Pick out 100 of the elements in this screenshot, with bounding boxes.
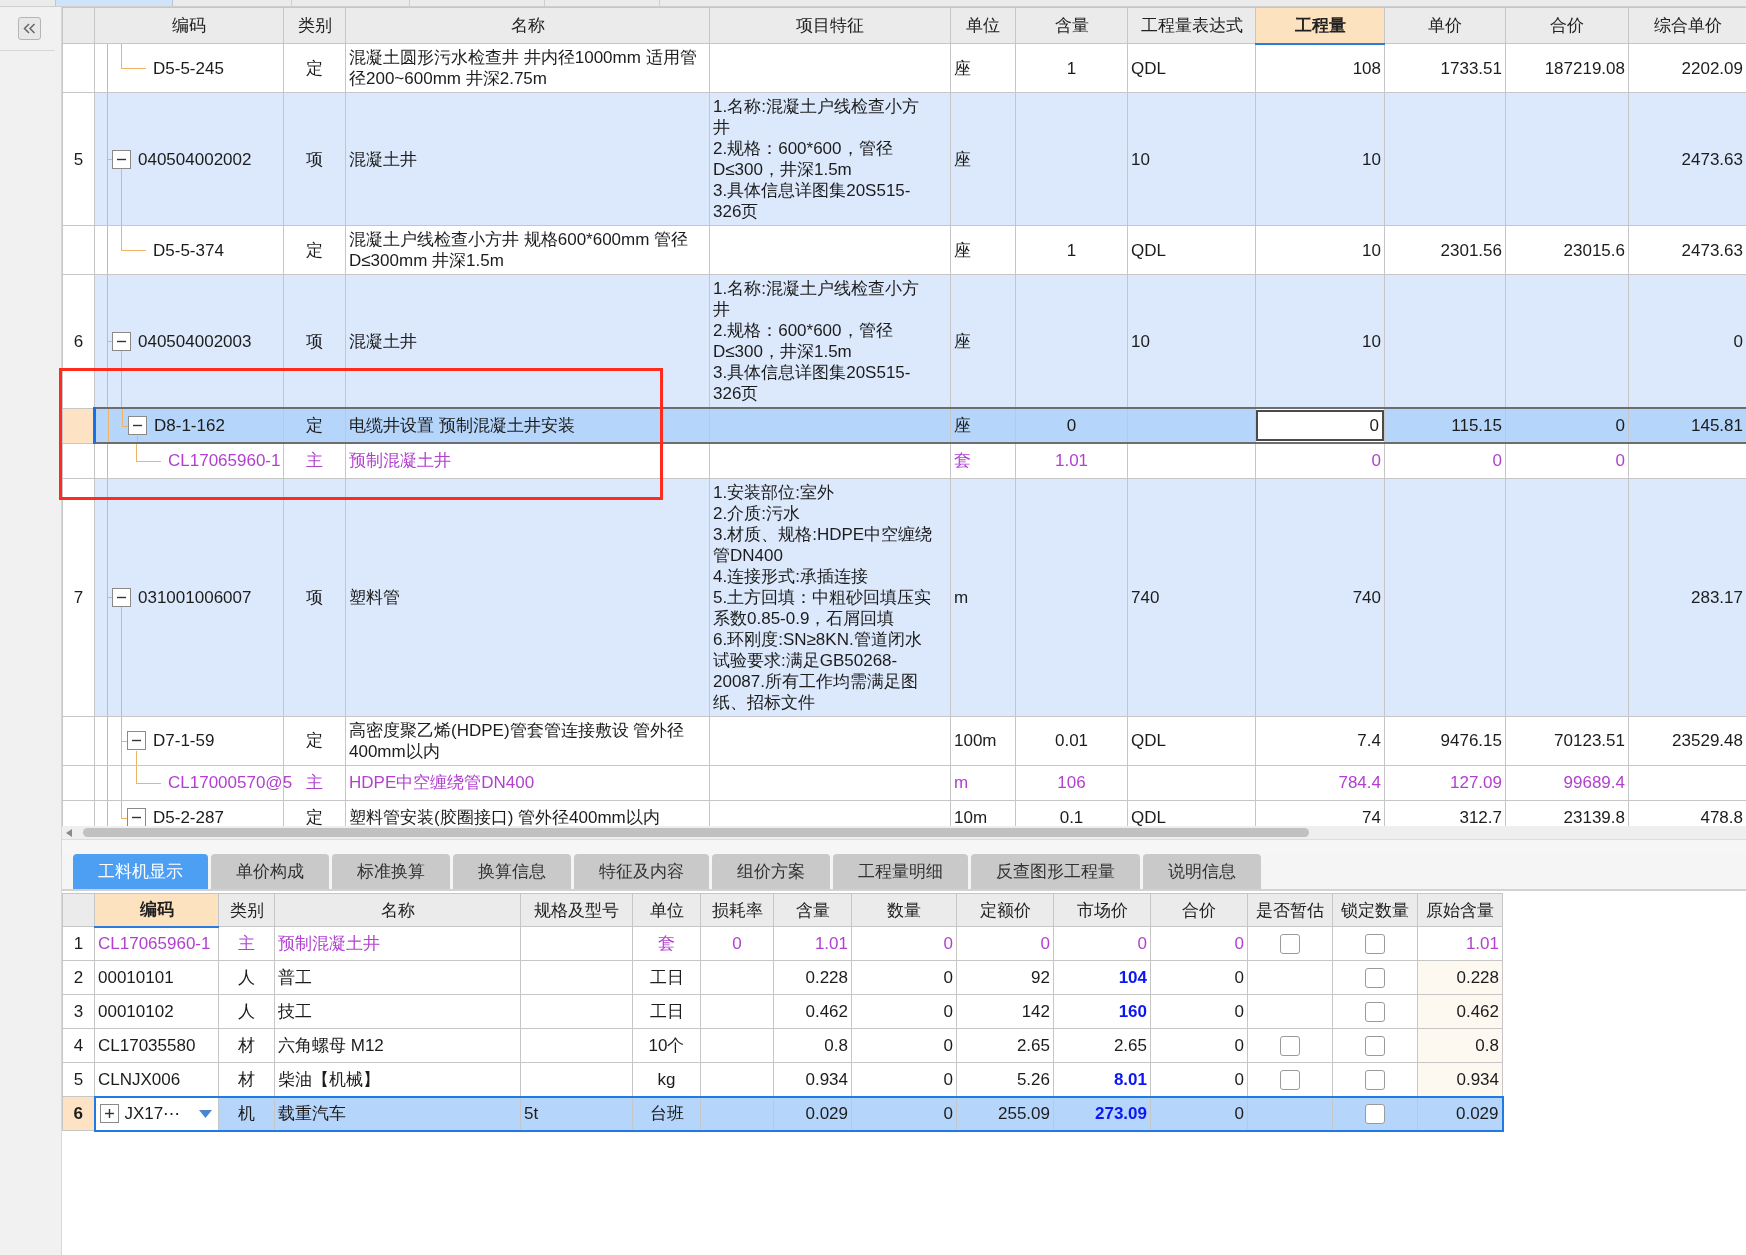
- double-chevron-left-icon: [23, 23, 36, 34]
- quantity-expression: QDL: [1131, 808, 1166, 826]
- total-price-value: 23139.8: [1563, 808, 1625, 826]
- table-row[interactable]: 5 CLNJX006 材 柴油【机械】 kg 0.934 0 5.26 8.01 0 0.934: [62, 1062, 1503, 1097]
- table-row[interactable]: CL17000570@5 主 HDPE中空缠绕管DN400 m 106 784.4 127.09 99689.4: [62, 765, 1746, 800]
- checkbox[interactable]: [1365, 1104, 1385, 1125]
- checkbox[interactable]: [1280, 1070, 1300, 1090]
- column-header[interactable]: 单价: [1384, 7, 1506, 44]
- checkbox[interactable]: [1365, 968, 1385, 989]
- column-header[interactable]: 综合单价: [1628, 7, 1746, 44]
- checkbox[interactable]: [1365, 1070, 1385, 1090]
- table-row[interactable]: D5-2-287 定 塑料管安装(胶圈接口) 管外径400mm以内 10m 0.1 QDL 74 312.7 23139.8 478.8: [62, 800, 1746, 826]
- minus-box-icon[interactable]: [127, 808, 146, 826]
- scroll-left-arrow-icon[interactable]: [66, 828, 72, 837]
- minus-box-icon[interactable]: [112, 331, 131, 351]
- column-header[interactable]: 单位: [950, 7, 1016, 44]
- table-row[interactable]: 6 JX17⋯ 机 载重汽车 5t 台班 0.029 0 255.09 273.09 0 0.029: [62, 1096, 1503, 1131]
- tab[interactable]: 反查图形工程量: [971, 854, 1140, 889]
- quota-price-value: 0: [1040, 934, 1050, 953]
- column-header[interactable]: 数量: [851, 893, 957, 927]
- dropdown-caret-icon[interactable]: [199, 1109, 212, 1118]
- minus-box-icon[interactable]: [127, 731, 146, 750]
- checkbox[interactable]: [1280, 934, 1300, 955]
- column-header[interactable]: 规格及型号: [520, 893, 633, 927]
- column-header[interactable]: 编码: [94, 893, 219, 927]
- item-type: 定: [306, 58, 323, 78]
- unit-text: 10个: [648, 1036, 685, 1055]
- column-header[interactable]: 市场价: [1053, 893, 1151, 927]
- quantity-expression: QDL: [1131, 240, 1166, 260]
- tab[interactable]: 组价方案: [712, 854, 830, 889]
- quantity-input[interactable]: 0: [1256, 410, 1384, 441]
- unit-text: 座: [954, 331, 971, 351]
- quota-price-value: 2.65: [1016, 1036, 1050, 1055]
- amount-value: 0: [943, 1036, 953, 1055]
- column-header[interactable]: 编码: [94, 7, 284, 44]
- tab[interactable]: 单价构成: [211, 854, 329, 889]
- column-header[interactable]: 单位: [632, 893, 701, 927]
- column-header[interactable]: 项目特征: [709, 7, 951, 44]
- column-header[interactable]: 名称: [274, 893, 521, 927]
- column-header[interactable]: 是否暂估: [1247, 893, 1333, 927]
- item-code: D5-5-374: [153, 239, 224, 261]
- column-header[interactable]: 锁定数量: [1332, 893, 1418, 927]
- table-row[interactable]: D5-5-374 定 混凝土户线检查小方井 规格600*600mm 管径D≤300mm 井深1.5m 座 1 QDL 10 2301.56 23015.6 2473.63: [62, 225, 1746, 275]
- table-row[interactable]: D5-5-245 定 混凝土圆形污水检查井 井内径1000mm 适用管径200~600mm 井深2.75m 座 1 QDL 108 1733.51 187219.08 2202.09: [62, 43, 1746, 93]
- unit-text: 100m: [954, 731, 997, 750]
- column-header[interactable]: 损耗率: [700, 893, 774, 927]
- table-row[interactable]: 6 040504002003 项 混凝土井 1.名称:混凝土户线检查小方井 2.规格：600*600，管径D≤300，井深1.5m 3.具体信息详图集20S515-326页 座 10 10 0: [62, 274, 1746, 408]
- column-header[interactable]: 合价: [1150, 893, 1248, 927]
- table-row[interactable]: 5 040504002002 项 混凝土井 1.名称:混凝土户线检查小方井 2.规格：600*600，管径D≤300，井深1.5m 3.具体信息详图集20S515-326页 座 10 10 2473.63: [62, 92, 1746, 226]
- total-price-value: 0: [1234, 1104, 1244, 1123]
- tab[interactable]: 特征及内容: [574, 854, 709, 889]
- column-header[interactable]: 名称: [345, 7, 710, 44]
- minus-box-icon[interactable]: [112, 149, 131, 169]
- column-header[interactable]: 原始含量: [1417, 893, 1503, 927]
- column-header[interactable]: 类别: [283, 7, 346, 44]
- checkbox[interactable]: [1365, 1036, 1385, 1057]
- item-features: 1.名称:混凝土户线检查小方井 2.规格：600*600，管径D≤300，井深1.5m 3.具体信息详图集20S515-326页: [713, 96, 920, 222]
- quantity-value: 10: [1362, 331, 1381, 351]
- table-row[interactable]: 7 031001006007 项 塑料管 1.安装部位:室外 2.介质:污水 3.材质、规格:HDPE中空缠绕管DN400 4.连接形式:承插连接 5.土方回填：中粗砂回填压实系数0.85-0.9，石屑回填 6.环刚度:SN≥8KN.管道闭水试验要求:满足GB50268-20087.所有工作均需满足图纸、招标文件 m 740 740 283.17: [62, 478, 1746, 716]
- checkbox[interactable]: [1365, 934, 1385, 955]
- minus-box-icon[interactable]: [112, 587, 131, 607]
- content-value: 1: [1066, 58, 1077, 78]
- table-row[interactable]: 1 CL17065960-1 主 预制混凝土井 套 0 1.01 0 0 0 0 1.01: [62, 926, 1503, 961]
- horizontal-scrollbar[interactable]: [62, 826, 1746, 839]
- scrollbar-thumb[interactable]: [83, 828, 1309, 837]
- collapse-button[interactable]: [18, 17, 41, 40]
- table-row[interactable]: 3 00010102 人 技工 工日 0.462 0 142 160 0 0.462: [62, 994, 1503, 1029]
- content-value: 0.934: [805, 1069, 848, 1089]
- column-header[interactable]: 工程量: [1255, 7, 1385, 44]
- column-header[interactable]: 定额价: [956, 893, 1054, 927]
- plus-box-icon[interactable]: [99, 1104, 119, 1123]
- table-row[interactable]: CL17065960-1 主 预制混凝土井 套 1.01 0 0 0: [62, 443, 1746, 478]
- row-number: 3: [73, 1002, 84, 1021]
- checkbox[interactable]: [1280, 1036, 1300, 1057]
- checkbox[interactable]: [1365, 1002, 1385, 1023]
- row-number: 6: [73, 1104, 83, 1123]
- minus-box-icon[interactable]: [128, 416, 147, 435]
- resource-type: 材: [238, 1069, 255, 1089]
- tab[interactable]: 标准换算: [332, 854, 450, 889]
- table-row[interactable]: D8-1-162 定 电缆井设置 预制混凝土井安装 座 0 0 115.15 0 145.81: [62, 408, 1746, 443]
- original-content-value: 0.029: [1455, 1104, 1499, 1123]
- table-row[interactable]: 2 00010101 人 普工 工日 0.228 0 92 104 0 0.228: [62, 960, 1503, 995]
- row-number: 4: [73, 1036, 84, 1055]
- column-header[interactable]: 含量: [1015, 7, 1128, 44]
- tab[interactable]: 说明信息: [1143, 854, 1261, 889]
- column-header[interactable]: 含量: [773, 893, 852, 927]
- tab[interactable]: 换算信息: [453, 854, 571, 889]
- unit-text: 座: [954, 416, 971, 435]
- column-header[interactable]: 工程量表达式: [1127, 7, 1256, 44]
- composite-price-value: 2473.63: [1681, 240, 1743, 260]
- column-header[interactable]: 类别: [218, 893, 275, 927]
- item-type: 主: [306, 773, 323, 792]
- table-row[interactable]: D7-1-59 定 高密度聚乙烯(HDPE)管套管连接敷设 管外径400mm以内 100m 0.01 QDL 7.4 9476.15 70123.51 23529.48: [62, 716, 1746, 765]
- content-value: 0.462: [805, 1002, 848, 1021]
- item-type: 项: [306, 149, 323, 169]
- column-header[interactable]: 合价: [1505, 7, 1629, 44]
- tab[interactable]: 工程量明细: [833, 854, 968, 889]
- item-code: 040504002002: [138, 148, 252, 170]
- item-name: 混凝土井: [349, 149, 417, 169]
- table-row[interactable]: 4 CL17035580 材 六角螺母 M12 10个 0.8 0 2.65 2.65 0 0.8: [62, 1028, 1503, 1063]
